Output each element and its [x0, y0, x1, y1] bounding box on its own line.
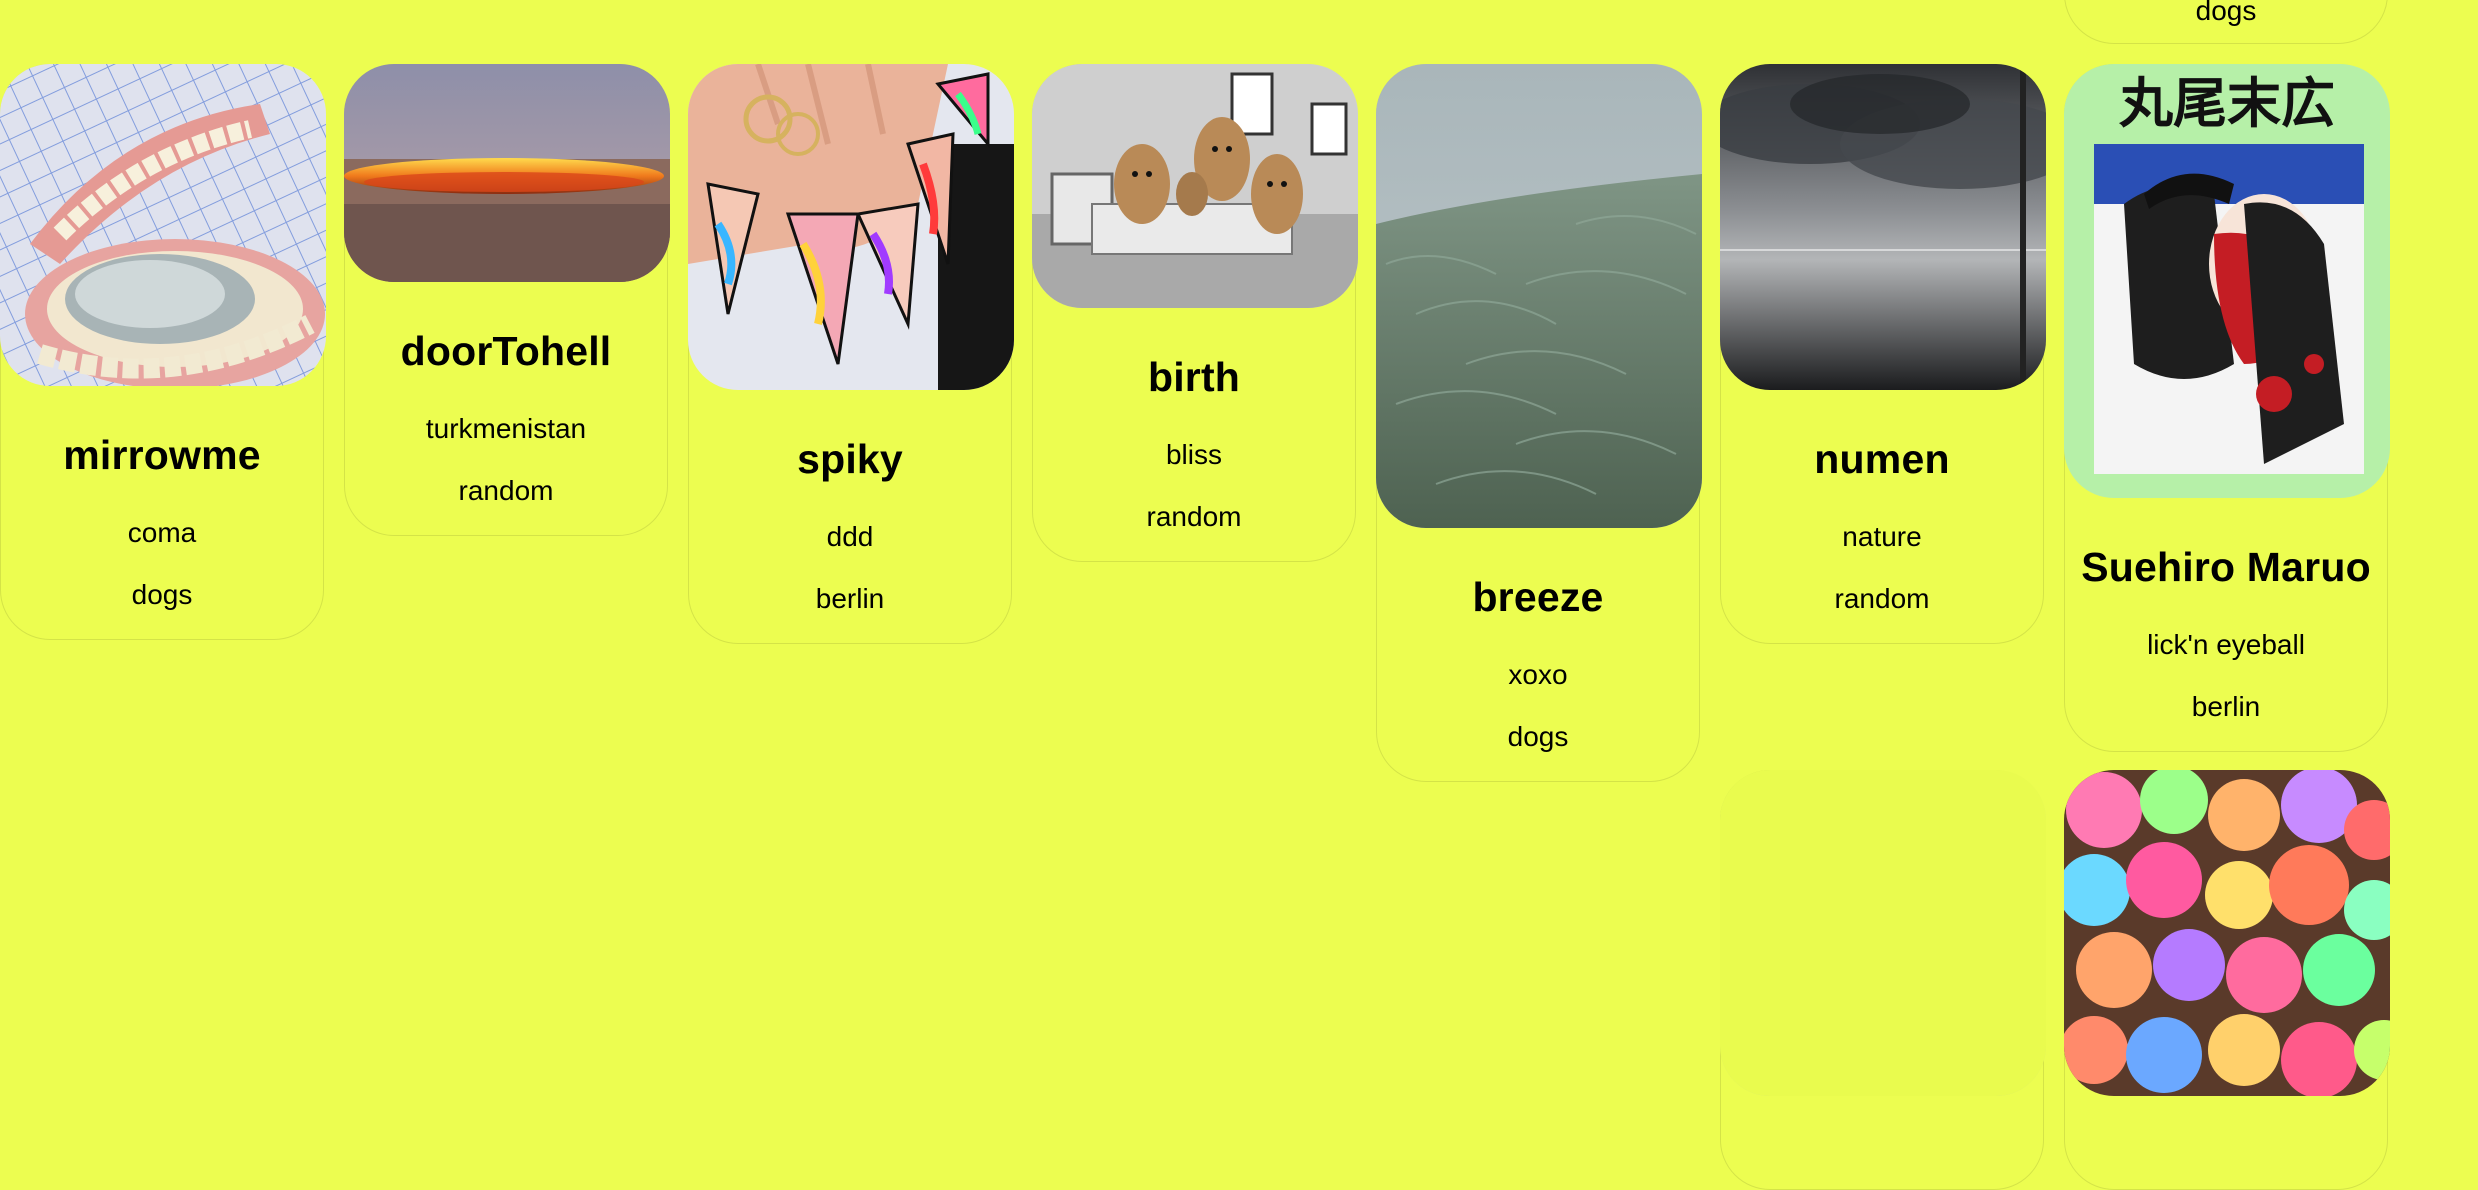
card-tag[interactable]: random	[1033, 501, 1355, 533]
card-tag[interactable]: berlin	[689, 583, 1011, 615]
card-image-gas-crater[interactable]	[344, 64, 670, 282]
card-image-grass[interactable]	[1376, 64, 1702, 528]
card-tag[interactable]: ddd	[689, 521, 1011, 553]
card-tag[interactable]: dogs	[1377, 721, 1699, 753]
manga-cover-title: 丸尾末広	[2118, 72, 2335, 135]
card-tag[interactable]: random	[345, 475, 667, 507]
card-tag[interactable]: lick'n eyeball	[2065, 629, 2387, 661]
card-image-peanuts[interactable]	[1032, 64, 1358, 308]
card-title[interactable]: birth	[1033, 354, 1355, 401]
card-spiky[interactable]: spiky ddd berlin	[688, 64, 1014, 644]
card-tag[interactable]: dogs	[2065, 0, 2387, 27]
card-tag[interactable]: turkmenistan	[345, 413, 667, 445]
card-suehiro-maruo[interactable]: 丸尾末広 Suehiro Maruo lick'n eyeball berlin	[2064, 64, 2390, 752]
card-blobs[interactable]	[2064, 770, 2390, 1190]
card-doortohell[interactable]: doorTohell turkmenistan random	[344, 64, 670, 536]
card-image-stormy-sea[interactable]	[1720, 64, 2046, 390]
card-tag[interactable]: xoxo	[1377, 659, 1699, 691]
card-birth[interactable]: birth bliss random	[1032, 64, 1358, 562]
card-tag[interactable]: random	[1721, 583, 2043, 615]
card-tag[interactable]: nature	[1721, 521, 2043, 553]
card-title[interactable]: mirrowme	[1, 432, 323, 479]
card-tag[interactable]: dogs	[1, 579, 323, 611]
card-image-nails[interactable]	[688, 64, 1014, 390]
card-title[interactable]: spiky	[689, 436, 1011, 483]
card-image-manga-cover[interactable]: 丸尾末広	[2064, 64, 2390, 498]
card-blank[interactable]	[1720, 770, 2046, 1190]
card-image-blobs[interactable]	[2064, 770, 2390, 1096]
card-breeze[interactable]: breeze xoxo dogs	[1376, 64, 1702, 782]
card-numen[interactable]: numen nature random	[1720, 64, 2046, 644]
card-title[interactable]: numen	[1721, 436, 2043, 483]
card-tag[interactable]: bliss	[1033, 439, 1355, 471]
card-tag[interactable]: berlin	[2065, 691, 2387, 723]
card-image-dentures[interactable]	[0, 64, 326, 386]
card-tag[interactable]: coma	[1, 517, 323, 549]
card-partial-top[interactable]: dogs	[2064, 0, 2388, 44]
card-title[interactable]: Suehiro Maruo	[2065, 544, 2387, 591]
card-image-blank[interactable]	[1720, 770, 2046, 1096]
card-title[interactable]: breeze	[1377, 574, 1699, 621]
card-title[interactable]: doorTohell	[345, 328, 667, 375]
card-mirrowme[interactable]: mirrowme coma dogs	[0, 64, 326, 640]
